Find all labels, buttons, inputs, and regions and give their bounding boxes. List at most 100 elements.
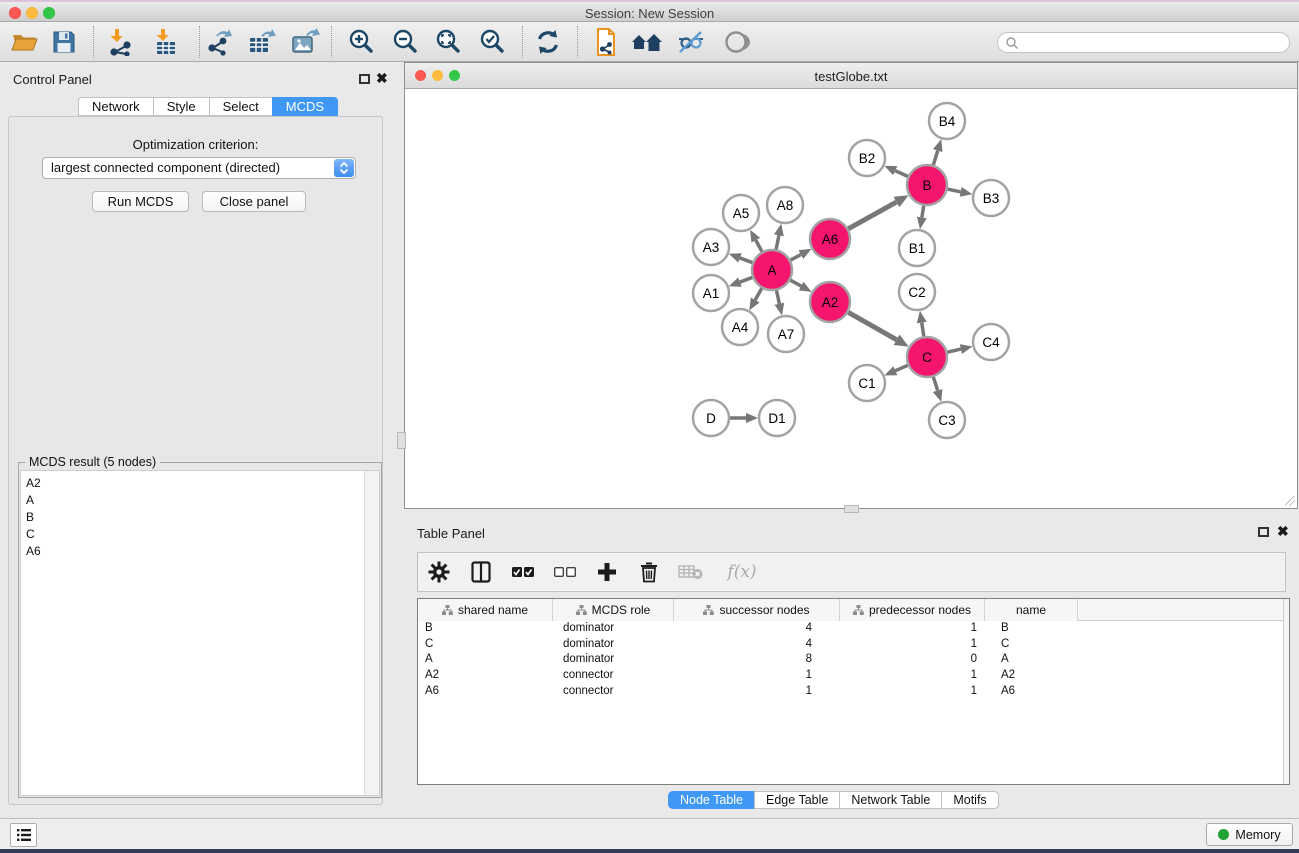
table-cell[interactable]: dominator — [553, 652, 674, 668]
memory-button[interactable]: Memory — [1206, 823, 1293, 846]
column-header-name[interactable]: name — [985, 599, 1078, 621]
table-cell[interactable]: A6 — [418, 684, 553, 700]
close-panel-icon[interactable]: ✖ — [1277, 526, 1289, 536]
refresh-button[interactable] — [531, 25, 565, 59]
tab-mcds[interactable]: MCDS — [272, 97, 338, 116]
table-cell[interactable]: 0 — [840, 652, 985, 668]
column-header-predecessor-nodes[interactable]: predecessor nodes — [840, 599, 985, 621]
table-cell[interactable]: 1 — [674, 684, 840, 700]
table-cell[interactable]: B — [985, 621, 1078, 637]
table-cell[interactable]: C — [985, 637, 1078, 653]
criterion-select[interactable]: largest connected component (directed) — [42, 157, 356, 179]
toolbar-separator — [331, 26, 332, 58]
result-item-a6[interactable]: A6 — [21, 542, 379, 559]
home-button[interactable] — [630, 25, 664, 59]
function-builder-button[interactable]: f(x) — [720, 559, 764, 585]
table-cell[interactable]: A2 — [418, 668, 553, 684]
table-cell[interactable]: A — [985, 652, 1078, 668]
table-row-a2[interactable]: A2connector11A2 — [418, 668, 1289, 684]
table-cell[interactable]: 1 — [840, 684, 985, 700]
result-item-b[interactable]: B — [21, 508, 379, 525]
zoom-fit-button[interactable] — [431, 25, 465, 59]
delete-table-button[interactable] — [678, 559, 704, 585]
network-window-titlebar: testGlobe.txt — [405, 63, 1297, 89]
table-cell[interactable]: dominator — [553, 637, 674, 653]
table-cell[interactable]: connector — [553, 684, 674, 700]
hide-graphics-details-button[interactable] — [674, 25, 708, 59]
table-cell[interactable]: 1 — [674, 668, 840, 684]
table-cell[interactable]: 1 — [840, 668, 985, 684]
network-from-file-button[interactable] — [589, 25, 623, 59]
table-cell[interactable]: 4 — [674, 621, 840, 637]
graph-node-label: A4 — [732, 320, 749, 335]
zoom-selected-button[interactable] — [475, 25, 509, 59]
window-resize-grip[interactable] — [1285, 496, 1295, 506]
add-column-icon — [596, 561, 618, 583]
close-panel-icon[interactable]: ✖ — [376, 73, 388, 83]
float-panel-icon[interactable] — [359, 74, 370, 84]
float-panel-icon[interactable] — [1258, 527, 1269, 537]
export-image-icon — [290, 28, 320, 56]
table-cell[interactable]: 1 — [840, 637, 985, 653]
close-panel-button[interactable]: Close panel — [202, 191, 306, 212]
table-cell[interactable]: 1 — [840, 621, 985, 637]
table-cell[interactable]: A — [418, 652, 553, 668]
list-icon — [16, 828, 32, 842]
result-item-c[interactable]: C — [21, 525, 379, 542]
table-cell[interactable]: A2 — [985, 668, 1078, 684]
graph-node-label: C1 — [858, 376, 875, 391]
result-item-a[interactable]: A — [21, 491, 379, 508]
tab-style[interactable]: Style — [153, 97, 209, 116]
zoom-out-button[interactable] — [388, 25, 422, 59]
gear-button[interactable] — [426, 559, 452, 585]
task-history-button[interactable] — [10, 823, 37, 847]
column-header-shared-name[interactable]: shared name — [418, 599, 553, 621]
table-cell[interactable]: 4 — [674, 637, 840, 653]
tab-network-table[interactable]: Network Table — [839, 791, 941, 809]
tab-select[interactable]: Select — [209, 97, 272, 116]
search-input[interactable] — [1019, 35, 1289, 51]
import-network-icon — [106, 28, 134, 56]
delete-column-button[interactable] — [636, 559, 662, 585]
table-cell[interactable]: C — [418, 637, 553, 653]
add-column-button[interactable] — [594, 559, 620, 585]
graph-node-label: A8 — [777, 198, 794, 213]
splitter-handle[interactable] — [397, 432, 406, 449]
table-cell[interactable]: B — [418, 621, 553, 637]
export-image-button[interactable] — [288, 25, 322, 59]
import-network-button[interactable] — [103, 25, 137, 59]
column-header-MCDS-role[interactable]: MCDS role — [553, 599, 674, 621]
result-list-scrollbar[interactable] — [364, 471, 379, 795]
export-table-button[interactable] — [245, 25, 279, 59]
run-mcds-button[interactable]: Run MCDS — [92, 191, 189, 212]
column-header-successor-nodes[interactable]: successor nodes — [674, 599, 840, 621]
zoom-in-button[interactable] — [344, 25, 378, 59]
export-network-button[interactable] — [203, 25, 237, 59]
table-cell[interactable]: 8 — [674, 652, 840, 668]
table-row-a6[interactable]: A6connector11A6 — [418, 684, 1289, 700]
table-row-b[interactable]: Bdominator41B — [418, 621, 1289, 637]
select-all-button[interactable] — [510, 559, 536, 585]
table-row-c[interactable]: Cdominator41C — [418, 637, 1289, 653]
result-item-a2[interactable]: A2 — [21, 474, 379, 491]
node-table[interactable]: shared nameMCDS rolesuccessor nodesprede… — [417, 598, 1290, 785]
tab-edge-table[interactable]: Edge Table — [754, 791, 839, 809]
save-session-button[interactable] — [47, 25, 81, 59]
splitter-handle[interactable] — [844, 505, 859, 513]
tab-node-table[interactable]: Node Table — [668, 791, 754, 809]
open-session-button[interactable] — [8, 25, 42, 59]
show-graphics-details-button[interactable] — [719, 25, 753, 59]
table-cell[interactable]: connector — [553, 668, 674, 684]
network-canvas[interactable]: AA1A2A3A4A5A6A7A8BB1B2B3B4CC1C2C3C4DD1 — [405, 89, 1297, 508]
table-cell[interactable]: dominator — [553, 621, 674, 637]
tab-network[interactable]: Network — [78, 97, 153, 116]
table-cell[interactable]: A6 — [985, 684, 1078, 700]
column-panel-button[interactable] — [468, 559, 494, 585]
table-scrollbar[interactable] — [1283, 599, 1289, 784]
search-field[interactable] — [997, 32, 1290, 53]
tab-motifs[interactable]: Motifs — [941, 791, 998, 809]
import-table-button[interactable] — [149, 25, 183, 59]
deselect-all-button[interactable] — [552, 559, 578, 585]
mcds-result-list[interactable]: A2ABCA6 — [20, 470, 380, 796]
table-row-a[interactable]: Adominator80A — [418, 652, 1289, 668]
